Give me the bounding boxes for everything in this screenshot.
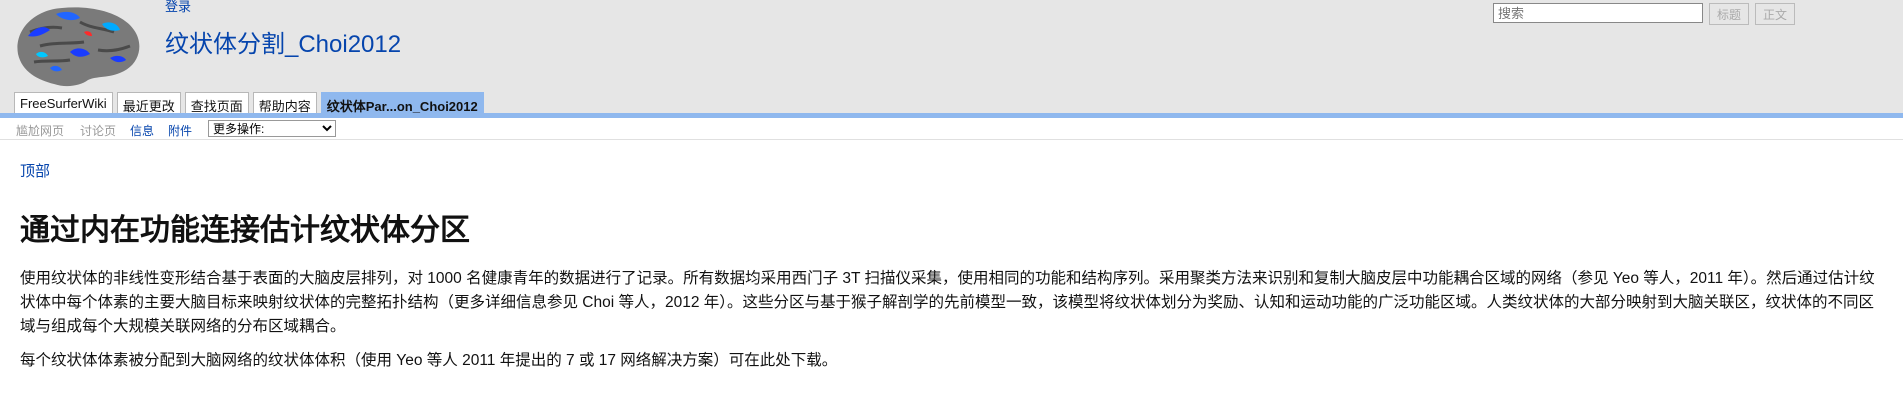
login-link[interactable]: 登录 (165, 0, 191, 15)
brain-logo[interactable] (10, 2, 145, 88)
search-form: 标题 正文 (1492, 3, 1795, 25)
top-anchor-link[interactable]: 顶部 (20, 160, 1880, 181)
more-actions-select[interactable]: 更多操作: (208, 120, 336, 137)
info-link[interactable]: 信息 (130, 122, 154, 139)
attachments-link[interactable]: 附件 (168, 122, 192, 139)
search-text-button[interactable]: 正文 (1754, 3, 1795, 25)
discussion-link[interactable]: 讨论页 (80, 122, 116, 139)
page-content: 顶部 通过内在功能连接估计纹状体分区 使用纹状体的非线性变形结合基于表面的大脑皮… (20, 160, 1880, 383)
search-title-button[interactable]: 标题 (1708, 3, 1749, 25)
page-title[interactable]: 纹状体分割_Choi2012 (165, 24, 401, 59)
page-header: 登录 纹状体分割_Choi2012 标题 正文 FreeSurferWiki 最… (0, 0, 1903, 118)
immutable-page-label: 尴尬网页 (16, 124, 65, 138)
intro-paragraph: 使用纹状体的非线性变形结合基于表面的大脑皮层排列，对 1000 名健康青年的数据… (20, 270, 1875, 335)
download-paragraph: 每个纹状体体素被分配到大脑网络的纹状体体积（使用 Yeo 等人 2011 年提出… (20, 352, 838, 369)
search-input[interactable] (1492, 3, 1703, 23)
page-actions-bar: 尴尬网页 讨论页 信息 附件 更多操作: (0, 118, 1903, 140)
section-heading: 通过内在功能连接估计纹状体分区 (20, 214, 470, 247)
